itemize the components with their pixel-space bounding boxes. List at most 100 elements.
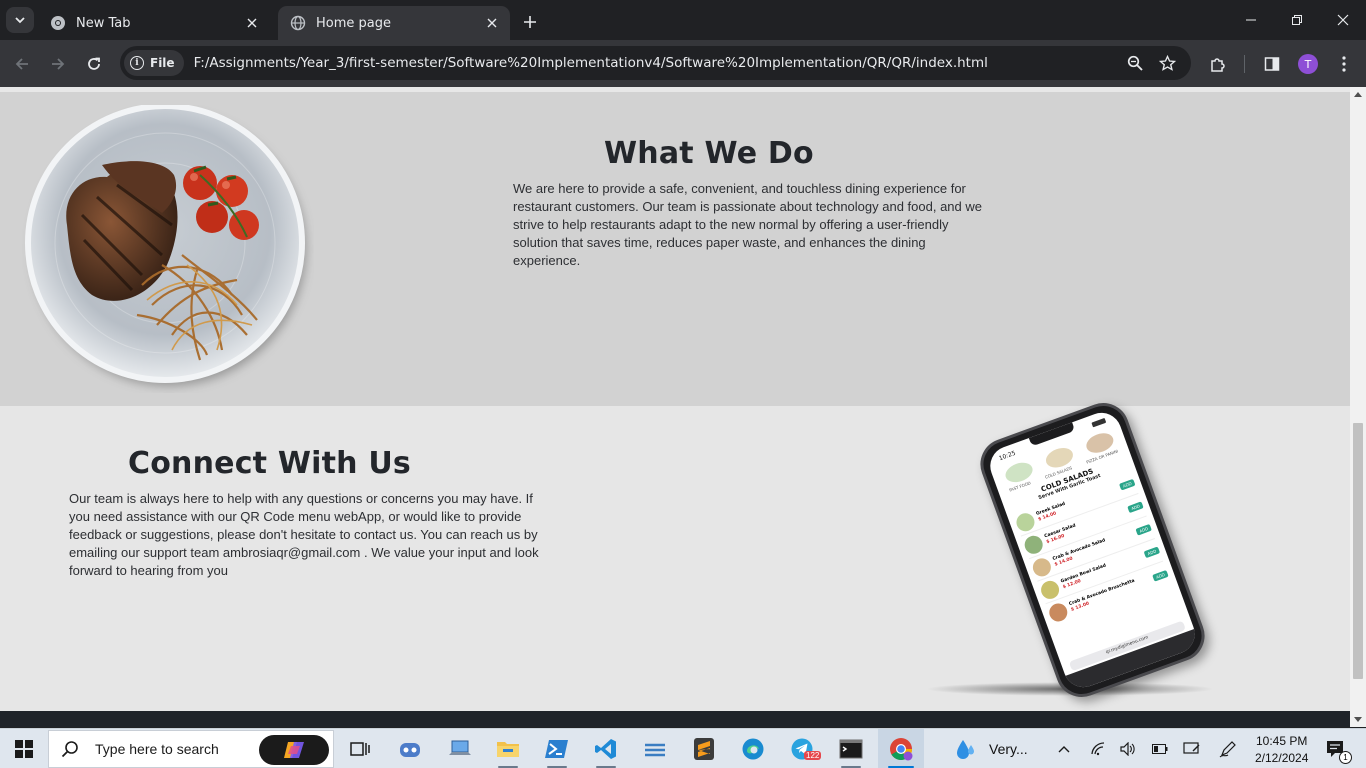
chrome-icon [51,16,65,30]
taskbar-app-file-explorer[interactable] [488,729,528,768]
phone-time: 10:25 [997,449,1017,462]
page-footer [0,711,1350,727]
tab-home-page[interactable]: Home page [278,6,510,40]
taskbar-app-terminal[interactable] [831,729,871,768]
volume-button[interactable] [1116,729,1140,768]
zoom-icon[interactable] [1126,54,1144,72]
dish-thumb [1021,532,1046,556]
info-icon: i [130,56,144,70]
scroll-down-icon[interactable] [1354,715,1362,723]
connect-section: Connect With Us Our team is always here … [0,395,1350,711]
plus-icon [524,16,536,28]
show-hidden-icons-button[interactable] [1052,729,1076,768]
phone-screen: 10:25 FAST FOOD COLD SALADS PIZZA OR PAN… [984,407,1201,693]
phone-mockup-image: 10:25 FAST FOOD COLD SALADS PIZZA OR PAN… [905,395,1215,709]
meet-now-button[interactable] [1180,729,1204,768]
task-view-button[interactable] [340,729,380,768]
notification-center-button[interactable]: 1 [1320,729,1352,768]
page-scrollbar[interactable] [1350,87,1366,727]
folder-icon [497,742,519,757]
side-panel-button[interactable] [1258,50,1286,78]
gamepad-icon [400,743,420,757]
steak-plate-image [25,105,305,383]
taskbar-app-edge[interactable] [733,729,773,768]
what-we-do-text: We are here to provide a safe, convenien… [513,181,982,268]
close-icon [1337,14,1349,26]
installer-icon [645,743,665,757]
browser-toolbar: i File F:/Assignments/Year_3/first-semes… [0,40,1366,87]
clock-time: 10:45 PM [1256,734,1308,748]
chevron-down-icon [15,17,25,24]
connect-heading: Connect With Us [128,446,411,481]
add-button[interactable]: ADD [1152,569,1169,582]
network-button[interactable] [1086,729,1110,768]
minimize-icon [1246,19,1256,21]
tab-close-icon[interactable] [244,15,260,31]
search-placeholder: Type here to search [95,741,219,757]
telegram-badge: 122 [804,751,822,760]
side-panel-icon [1264,57,1280,71]
puzzle-icon [1211,58,1225,72]
close-window-button[interactable] [1320,0,1366,40]
copilot-button[interactable] [259,735,329,765]
phone-status-icons [1091,417,1107,427]
tab-strip: New Tab Home page [0,0,1366,40]
back-button[interactable] [8,50,36,78]
tab-search-button[interactable] [6,7,34,33]
dish-thumb [1030,555,1054,579]
add-button[interactable]: ADD [1143,546,1161,559]
site-info-chip[interactable]: i File [124,50,184,76]
taskbar-app-widgets[interactable] [390,729,430,768]
tab-title: New Tab [76,15,131,31]
start-button[interactable] [4,729,44,768]
terminal-icon [839,739,863,759]
menu-button[interactable] [1330,50,1358,78]
taskbar-app-chrome[interactable] [878,729,924,768]
restore-button[interactable] [1274,0,1320,40]
avatar: T [1298,54,1318,74]
tab-close-icon[interactable] [484,15,500,31]
add-button[interactable]: ADD [1135,523,1152,536]
taskbar-app-sublime-text[interactable] [684,729,724,768]
clock[interactable]: 10:45 PM 2/12/2024 [1250,732,1312,766]
profile-button[interactable]: T [1294,50,1322,78]
laptop-icon [449,740,471,755]
taskbar-app-powershell[interactable] [537,729,577,768]
search-icon [61,741,78,758]
edge-icon [742,738,764,760]
reload-button[interactable] [80,50,108,78]
bookmark-star-icon[interactable] [1158,54,1176,72]
notification-count: 1 [1339,751,1352,764]
speaker-icon [1120,742,1135,756]
taskbar-app-visual-studio-installer[interactable] [635,729,675,768]
pen-menu-button[interactable] [1216,729,1240,768]
battery-button[interactable] [1148,729,1172,768]
address-bar[interactable]: i File F:/Assignments/Year_3/first-semes… [120,46,1191,80]
scrollbar-thumb[interactable] [1353,423,1363,679]
forward-button[interactable] [44,50,72,78]
arrow-left-icon [15,58,28,70]
taskbar-search-box[interactable]: Type here to search [48,730,334,768]
page-viewport: What We Do We are here to provide a safe… [0,87,1350,727]
url-text[interactable]: F:/Assignments/Year_3/first-semester/Sof… [194,55,988,71]
tab-new-tab[interactable]: New Tab [38,6,270,40]
add-button[interactable]: ADD [1127,501,1144,514]
extensions-button[interactable] [1204,50,1232,78]
monitor-pen-icon [1183,742,1200,754]
new-tab-button[interactable] [518,10,542,34]
taskbar-app-vscode[interactable] [586,729,626,768]
taskbar-app-telegram[interactable]: 122 [782,729,822,768]
add-button[interactable]: ADD [1119,478,1136,491]
dish-thumb [1046,600,1070,624]
globe-icon [290,15,306,31]
minimize-button[interactable] [1228,0,1274,40]
arrow-right-icon [52,58,65,70]
dish-thumb [1013,510,1037,534]
windows-logo-icon [15,740,33,758]
taskbar-app-explorer-alt[interactable] [440,729,480,768]
restore-icon [1292,15,1302,25]
what-we-do-section: What We Do We are here to provide a safe… [0,92,1350,406]
scroll-up-icon[interactable] [1354,91,1362,99]
chrome-icon [890,738,913,761]
weather-widget[interactable]: Very... [955,729,1035,768]
